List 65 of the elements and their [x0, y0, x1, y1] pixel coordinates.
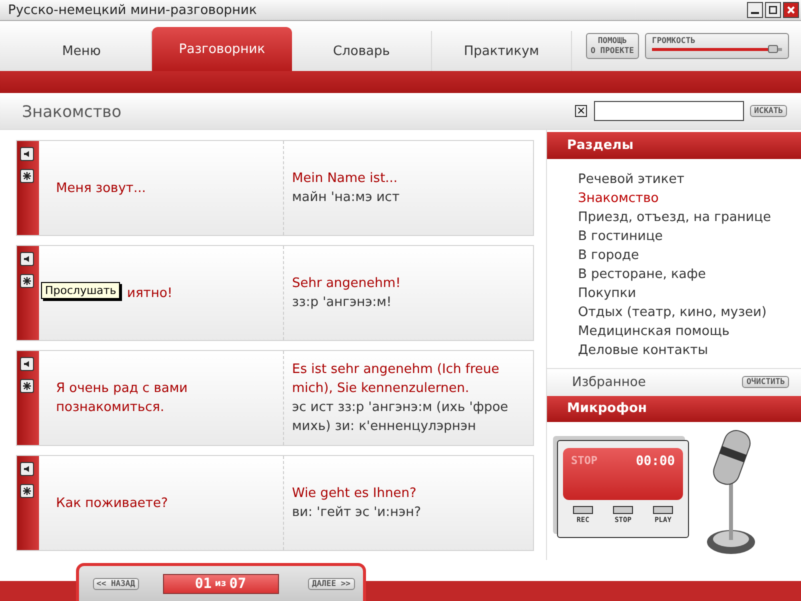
favorite-button[interactable]: [20, 274, 34, 288]
tab[interactable]: Разговорник: [152, 27, 292, 71]
listen-button[interactable]: [20, 462, 34, 476]
recorder-key[interactable]: [653, 506, 673, 514]
russian-phrase: Меня зовут...: [39, 141, 284, 235]
close-icon: [787, 6, 795, 14]
favorites-label[interactable]: Избранное: [572, 374, 646, 390]
russian-phrase: Как поживаете?: [39, 456, 284, 550]
of-label: из: [214, 578, 226, 588]
recorder-key[interactable]: [613, 506, 633, 514]
maximize-button[interactable]: [765, 2, 781, 18]
previous-button[interactable]: << НАЗАД: [92, 578, 140, 590]
section-link[interactable]: Деловые контакты: [578, 340, 801, 360]
clear-favorites-button[interactable]: ОЧИСТИТЬ: [742, 376, 789, 388]
about-button[interactable]: ПОМОЩЬ О ПРОЕКТЕ: [586, 33, 639, 59]
asterisk-icon: [23, 487, 31, 495]
window-title: Русско-немецкий мини-разговорник: [8, 2, 257, 18]
asterisk-icon: [23, 172, 31, 180]
current-page: 01: [194, 576, 212, 592]
time-display: 00:00: [636, 454, 675, 469]
section-title: Знакомство: [22, 102, 122, 120]
transcription: зз:р 'ангэнэ:м!: [292, 294, 393, 312]
close-button[interactable]: [783, 2, 799, 18]
search-field[interactable]: [594, 101, 744, 121]
section-link[interactable]: Отдых (театр, кино, музеи): [578, 302, 801, 322]
russian-phrase: Я очень рад с вами познакомиться.: [39, 351, 284, 445]
section-link[interactable]: Приезд, отъезд, на границе: [578, 208, 801, 226]
microphone-header: Микрофон: [547, 396, 801, 422]
sections-header: Разделы: [547, 132, 801, 158]
recorder-key[interactable]: [573, 506, 593, 514]
next-button[interactable]: ДАЛЕЕ >>: [308, 578, 354, 590]
listen-button[interactable]: [20, 147, 34, 161]
tooltip: Прослушать: [41, 282, 120, 299]
status-display: STOP: [571, 454, 598, 467]
listen-button[interactable]: [20, 357, 34, 371]
search-button[interactable]: ИСКАТЬ: [750, 105, 787, 117]
favorite-button[interactable]: [20, 484, 34, 498]
speaker-icon: [23, 150, 31, 158]
section-link[interactable]: Речевой этикет: [578, 170, 801, 188]
section-link[interactable]: Медицинская помощь: [578, 322, 801, 340]
section-link[interactable]: В городе: [578, 246, 801, 264]
speaker-icon: [23, 360, 31, 368]
section-link[interactable]: В гостинице: [578, 226, 801, 246]
section-link[interactable]: Покупки: [578, 284, 801, 302]
transcription: майн 'на:мэ ист: [292, 189, 401, 207]
speaker-icon: [23, 465, 31, 473]
german-phrase: Sehr angenehm!: [292, 275, 402, 293]
favorite-button[interactable]: [20, 169, 34, 183]
total-pages: 07: [229, 576, 246, 592]
german-phrase: Es ist sehr angenehm (Ich freue mich), Sie kennenzulernen.: [292, 361, 500, 398]
maximize-icon: [769, 6, 777, 14]
transcription: ви: 'гейт эс 'и:нэн?: [292, 504, 422, 522]
speaker-icon: [23, 255, 31, 263]
asterisk-icon: [23, 277, 31, 285]
minimize-button[interactable]: [747, 2, 763, 18]
listen-button[interactable]: [20, 252, 34, 266]
german-phrase: Wie geht es Ihnen?: [292, 485, 418, 503]
section-link[interactable]: В ресторане, кафе: [578, 264, 801, 284]
clear-button[interactable]: ×: [575, 105, 588, 117]
section-link[interactable]: Знакомство: [578, 188, 801, 208]
german-phrase: Mein Name ist...: [292, 170, 399, 188]
favorite-button[interactable]: [20, 379, 34, 393]
asterisk-icon: [23, 382, 31, 390]
volume-control[interactable]: ГРОМКОСТЬ: [645, 33, 789, 59]
transcription: эс ист зз:р 'ангэнэ:м (ихь 'фрое михь) зи: к'енненцулэрнэн: [292, 399, 510, 436]
